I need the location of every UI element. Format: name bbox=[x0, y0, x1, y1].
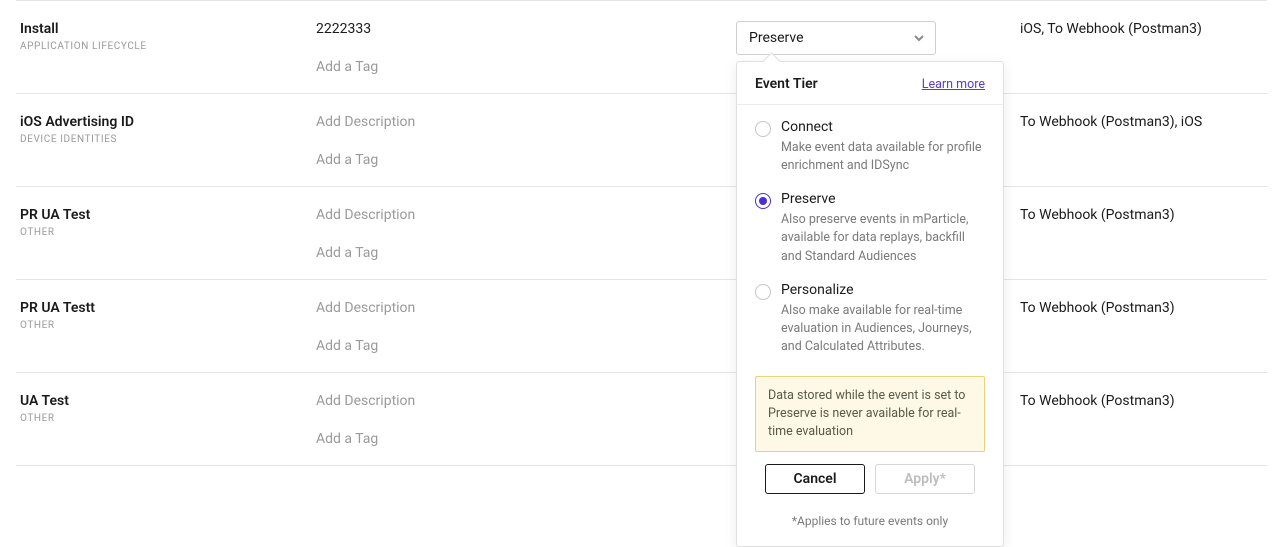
events-table: Install APPLICATION LIFECYCLE 2222333 Ad… bbox=[16, 0, 1267, 466]
add-tag-input[interactable]: Add a Tag bbox=[316, 338, 736, 354]
learn-more-link[interactable]: Learn more bbox=[922, 77, 985, 92]
tier-select-value: Preserve bbox=[749, 30, 804, 46]
table-row: Install APPLICATION LIFECYCLE 2222333 Ad… bbox=[16, 0, 1267, 93]
radio-icon bbox=[755, 193, 771, 209]
description-input[interactable]: Add Description bbox=[316, 300, 736, 316]
event-name: UA Test bbox=[20, 393, 316, 409]
table-row: PR UA Testt OTHER Add Description Add a … bbox=[16, 279, 1267, 372]
destinations: iOS, To Webhook (Postman3) bbox=[1020, 21, 1267, 37]
description-input[interactable]: Add Description bbox=[316, 207, 736, 223]
option-label: Preserve bbox=[781, 191, 985, 207]
event-name: Install bbox=[20, 21, 316, 37]
tier-option-connect[interactable]: Connect Make event data available for pr… bbox=[755, 119, 985, 175]
event-category: OTHER bbox=[20, 413, 316, 424]
radio-icon bbox=[755, 284, 771, 300]
event-name: iOS Advertising ID bbox=[20, 114, 316, 130]
option-label: Connect bbox=[781, 119, 985, 135]
description-input[interactable]: Add Description bbox=[316, 114, 736, 130]
destinations: To Webhook (Postman3) bbox=[1020, 207, 1267, 223]
add-tag-input[interactable]: Add a Tag bbox=[316, 59, 736, 75]
destinations: To Webhook (Postman3), iOS bbox=[1020, 114, 1267, 130]
preserve-warning: Data stored while the event is set to Pr… bbox=[755, 376, 985, 452]
table-row: UA Test OTHER Add Description Add a Tag … bbox=[16, 372, 1267, 466]
event-category: OTHER bbox=[20, 320, 316, 331]
tier-select[interactable]: Preserve bbox=[736, 21, 936, 55]
table-row: PR UA Test OTHER Add Description Add a T… bbox=[16, 186, 1267, 279]
tier-option-personalize[interactable]: Personalize Also make available for real… bbox=[755, 282, 985, 356]
event-category: DEVICE IDENTITIES bbox=[20, 134, 316, 145]
chevron-down-icon bbox=[913, 32, 925, 44]
table-row: iOS Advertising ID DEVICE IDENTITIES Add… bbox=[16, 93, 1267, 186]
destinations: To Webhook (Postman3) bbox=[1020, 393, 1267, 409]
event-name: PR UA Test bbox=[20, 207, 316, 223]
apply-button[interactable]: Apply* bbox=[875, 464, 975, 494]
popover-title: Event Tier bbox=[755, 76, 818, 92]
add-tag-input[interactable]: Add a Tag bbox=[316, 431, 736, 447]
tier-option-preserve[interactable]: Preserve Also preserve events in mPartic… bbox=[755, 191, 985, 265]
popover-footnote: *Applies to future events only bbox=[737, 504, 1003, 546]
option-desc: Also make available for real-time evalua… bbox=[781, 302, 985, 356]
destinations: To Webhook (Postman3) bbox=[1020, 300, 1267, 316]
event-category: APPLICATION LIFECYCLE bbox=[20, 41, 316, 52]
add-tag-input[interactable]: Add a Tag bbox=[316, 245, 736, 261]
add-tag-input[interactable]: Add a Tag bbox=[316, 152, 736, 168]
description-input[interactable]: Add Description bbox=[316, 393, 736, 409]
event-tier-popover: Event Tier Learn more Connect Make event… bbox=[736, 61, 1004, 547]
option-desc: Also preserve events in mParticle, avail… bbox=[781, 211, 985, 265]
radio-icon bbox=[755, 121, 771, 137]
description-input[interactable]: 2222333 bbox=[316, 21, 736, 37]
event-name: PR UA Testt bbox=[20, 300, 316, 316]
cancel-button[interactable]: Cancel bbox=[765, 464, 865, 494]
option-desc: Make event data available for profile en… bbox=[781, 139, 985, 175]
event-category: OTHER bbox=[20, 227, 316, 238]
option-label: Personalize bbox=[781, 282, 985, 298]
